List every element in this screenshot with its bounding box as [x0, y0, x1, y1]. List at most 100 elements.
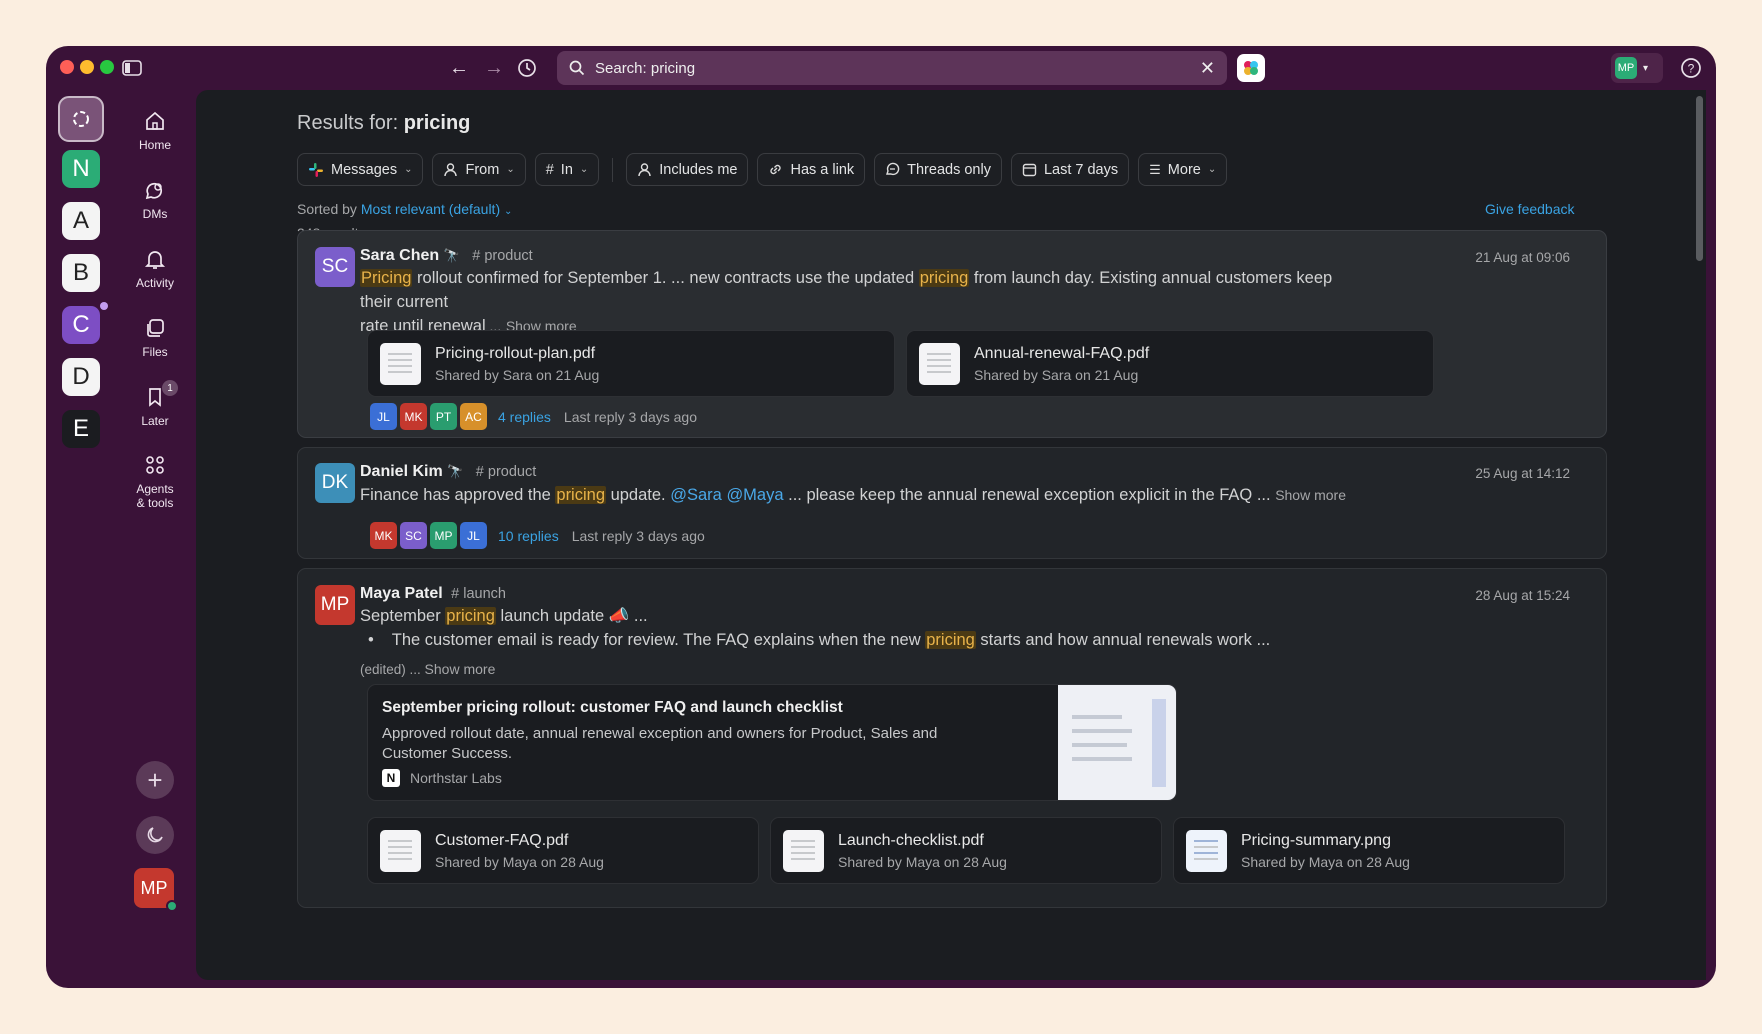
- link-preview-title[interactable]: September pricing rollout: customer FAQ …: [382, 699, 843, 717]
- hash-icon: #: [545, 161, 554, 178]
- sort-label: Sorted by: [297, 201, 357, 217]
- link-preview[interactable]: September pricing rollout: customer FAQ …: [367, 684, 1177, 801]
- history-clock-icon[interactable]: [516, 57, 538, 79]
- nav-later[interactable]: Later 1: [114, 380, 196, 428]
- filter-more[interactable]: ☰ More ⌄: [1138, 153, 1228, 186]
- filter-more-label: More: [1167, 161, 1201, 178]
- reply-avatar: PT: [430, 403, 457, 430]
- message-timestamp[interactable]: 25 Aug at 14:12: [1475, 466, 1570, 481]
- last-reply: Last reply 3 days ago: [571, 527, 705, 544]
- channel-name[interactable]: # product: [476, 464, 536, 480]
- filter-in-label: In: [560, 161, 573, 178]
- channel-name[interactable]: # product: [472, 248, 532, 264]
- zoom-window-button[interactable]: [100, 60, 114, 74]
- message-author[interactable]: Sara Chen 🔭 # product: [360, 247, 533, 265]
- file-meta: Shared by Maya on 28 Aug: [1241, 853, 1410, 870]
- message-timestamp[interactable]: 21 Aug at 09:06: [1475, 250, 1570, 265]
- message-author[interactable]: Daniel Kim 🔭 # product: [360, 463, 536, 481]
- nav-files[interactable]: Files: [114, 317, 196, 359]
- show-more-link[interactable]: Show more: [1275, 487, 1346, 503]
- reply-avatar: MK: [370, 522, 397, 549]
- avatar: MP: [1615, 57, 1637, 79]
- highlight: pricing: [445, 607, 496, 625]
- file-attachment[interactable]: Launch-checklist.pdf Shared by Maya on 28…: [770, 817, 1162, 884]
- nav-home[interactable]: Home: [114, 110, 196, 152]
- user-mention[interactable]: @Maya: [726, 486, 783, 504]
- filter-last-7-days[interactable]: Last 7 days: [1010, 153, 1130, 186]
- filter-has-link[interactable]: Has a link: [757, 153, 866, 186]
- user-menu-button[interactable]: MP ▾: [1611, 53, 1663, 83]
- workspace-a[interactable]: A: [62, 202, 100, 240]
- workspace-d[interactable]: D: [62, 358, 100, 396]
- user-mention[interactable]: @Sara: [670, 486, 722, 504]
- show-more-link[interactable]: Show more: [425, 661, 496, 677]
- avatar[interactable]: SC: [315, 247, 355, 287]
- dark-mode-button[interactable]: [136, 816, 174, 854]
- message-author[interactable]: Maya Patel # launch: [360, 585, 506, 603]
- filter-in[interactable]: # In ⌄: [534, 153, 600, 186]
- file-name: Pricing-rollout-plan.pdf: [435, 344, 596, 362]
- search-result-card[interactable]: DK Daniel Kim 🔭 # product 25 Aug at 14:1…: [297, 447, 1607, 559]
- nav-activity-label: Activity: [135, 276, 174, 290]
- link-preview-source: N Northstar Labs: [382, 769, 502, 787]
- filter-threads-only[interactable]: Threads only: [874, 153, 1002, 186]
- ai-assistant-icon[interactable]: [1237, 54, 1265, 82]
- thread-replies[interactable]: JL MK PT AC 4 replies Last reply 3 days …: [370, 403, 697, 430]
- workspace-n[interactable]: N: [62, 150, 100, 188]
- svg-text:?: ?: [1688, 62, 1695, 76]
- file-meta: Shared by Sara on 21 Aug: [974, 366, 1139, 383]
- nav-activity[interactable]: Activity: [114, 248, 196, 290]
- replies-link[interactable]: 10 replies: [498, 528, 559, 544]
- filter-messages[interactable]: Messages ⌄: [297, 153, 424, 186]
- file-attachment[interactable]: Annual-renewal-FAQ.pdf Shared by Sara on …: [906, 330, 1434, 397]
- channel-name[interactable]: # launch: [451, 586, 506, 602]
- image-file-icon: [1186, 829, 1227, 872]
- back-arrow-icon[interactable]: ←: [448, 57, 470, 79]
- workspace-c[interactable]: C: [62, 306, 100, 344]
- nav-agents-tools[interactable]: Agents & tools: [114, 454, 196, 510]
- filter-includes-me[interactable]: Includes me: [626, 153, 749, 186]
- filter-from[interactable]: From ⌄: [432, 153, 526, 186]
- avatar[interactable]: DK: [315, 463, 355, 503]
- thread-replies[interactable]: MK SC MP JL 10 replies Last reply 3 days…: [370, 522, 705, 549]
- author-name: Sara Chen: [360, 247, 440, 264]
- workspace-e[interactable]: E: [62, 410, 100, 448]
- sort-dropdown[interactable]: Most relevant (default) ⌄: [361, 201, 513, 217]
- workspace-current[interactable]: [58, 96, 104, 142]
- help-icon[interactable]: ?: [1680, 57, 1702, 79]
- forward-arrow-icon[interactable]: →: [483, 57, 505, 79]
- file-attachment[interactable]: Pricing-rollout-plan.pdf Shared by Sara o…: [367, 330, 895, 397]
- workspace-b[interactable]: B: [62, 254, 100, 292]
- reply-avatar: JL: [370, 403, 397, 430]
- file-name: Annual-renewal-FAQ.pdf: [974, 344, 1150, 362]
- minimize-window-button[interactable]: [80, 60, 94, 74]
- calendar-icon: [1022, 163, 1037, 177]
- search-bar[interactable]: Search: pricing ✕: [557, 51, 1227, 85]
- give-feedback-link[interactable]: Give feedback: [1485, 201, 1575, 217]
- message-timestamp[interactable]: 28 Aug at 15:24: [1475, 588, 1570, 603]
- author-name: Daniel Kim: [360, 463, 443, 480]
- chevron-down-icon: ⌄: [506, 164, 515, 175]
- thread-icon: [886, 162, 900, 176]
- edited-note: (edited) ... Show more: [360, 661, 495, 677]
- nav-dms[interactable]: DMs: [114, 179, 196, 221]
- file-attachment[interactable]: Pricing-summary.png Shared by Maya on 28 …: [1173, 817, 1565, 884]
- file-attachment[interactable]: Customer-FAQ.pdf Shared by Maya on 28 Aug: [367, 817, 759, 884]
- status-emoji-icon: 🔭: [447, 464, 464, 479]
- text-span: The customer email is ready for review. …: [391, 631, 926, 649]
- chevron-down-icon: ⌄: [504, 206, 513, 217]
- add-button[interactable]: +: [136, 761, 174, 799]
- results-query: pricing: [403, 112, 471, 134]
- nav-home-label: Home: [138, 138, 171, 152]
- clear-search-icon[interactable]: ✕: [1200, 58, 1215, 79]
- nav-sidebar: Home DMs Activity Files Later 1 Agents &…: [114, 90, 196, 988]
- sidebar-toggle-icon[interactable]: [121, 58, 143, 78]
- search-input[interactable]: Search: pricing: [595, 60, 1200, 77]
- replies-link[interactable]: 4 replies: [498, 409, 551, 425]
- avatar[interactable]: MP: [315, 585, 355, 625]
- text-span: September: [360, 607, 446, 625]
- search-result-card[interactable]: SC Sara Chen 🔭 # product 21 Aug at 09:06…: [297, 230, 1607, 438]
- scrollbar[interactable]: [1696, 96, 1703, 261]
- search-result-card[interactable]: MP Maya Patel # launch 28 Aug at 15:24 S…: [297, 568, 1607, 908]
- close-window-button[interactable]: [60, 60, 74, 74]
